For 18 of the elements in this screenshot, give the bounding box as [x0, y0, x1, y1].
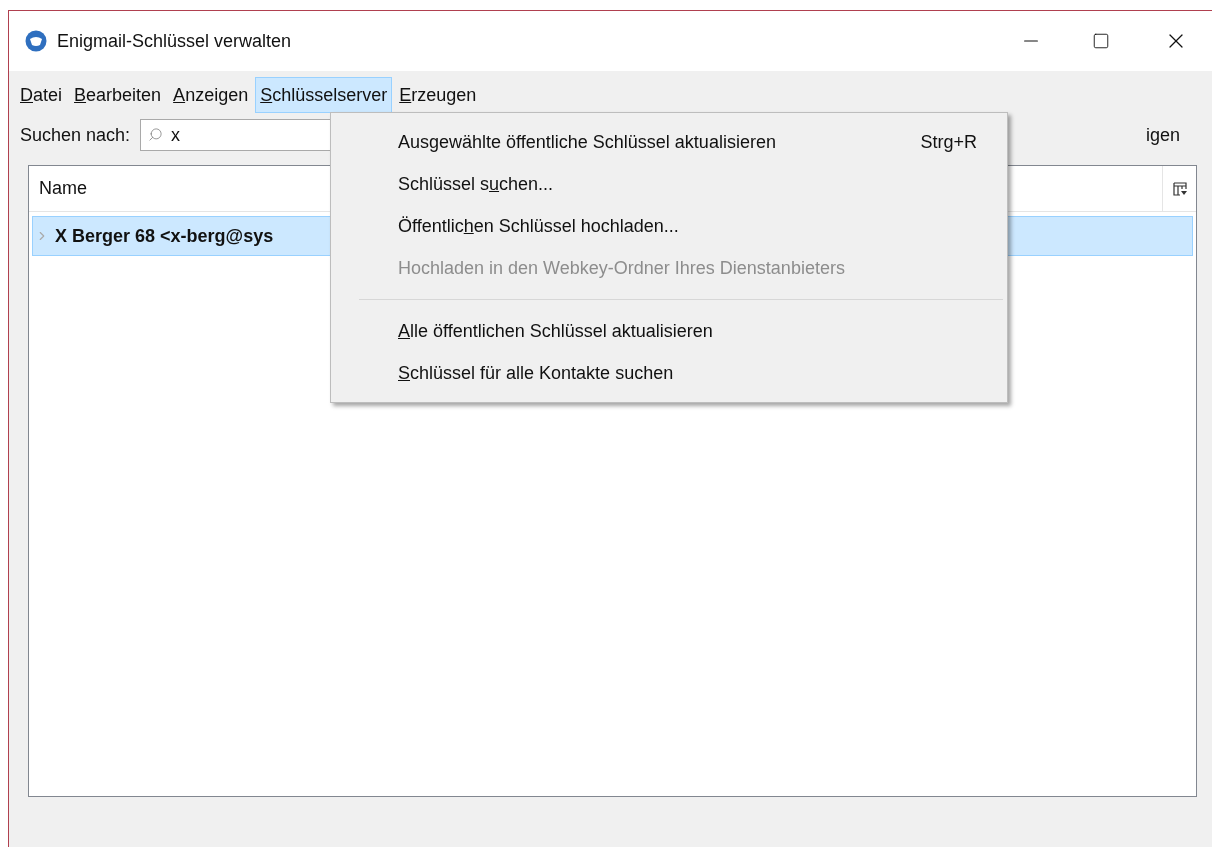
menu-bar-item[interactable]: Bearbeiten	[69, 77, 167, 113]
window-title: Enigmail-Schlüssel verwalten	[57, 29, 293, 53]
maximize-icon[interactable]	[1092, 32, 1110, 50]
app-logo-icon	[25, 30, 47, 52]
menu-bar-item[interactable]: Datei	[15, 77, 68, 113]
menu-bar-item[interactable]: Schlüsselserver	[255, 77, 393, 113]
menu-item[interactable]: Alle öffentlichen Schlüssel aktualisieren	[331, 310, 1007, 352]
partial-label: igen	[1146, 123, 1181, 147]
shortcut-text: Strg+R	[920, 130, 977, 154]
column-picker-icon	[1172, 181, 1187, 196]
menu-bar-item[interactable]: Erzeugen	[394, 77, 482, 113]
menu-item[interactable]: Schlüssel suchen...	[331, 163, 1007, 205]
search-label: Suchen nach:	[20, 123, 131, 147]
key-name: X Berger 68 <x-berg@sys	[55, 224, 274, 248]
search-icon	[148, 127, 164, 142]
menu-item[interactable]: Schlüssel für alle Kontakte suchen	[331, 352, 1007, 394]
menu-bar-item[interactable]: Anzeigen	[168, 77, 254, 113]
menu-item[interactable]: Öffentlichen Schlüssel hochladen...	[331, 205, 1007, 247]
